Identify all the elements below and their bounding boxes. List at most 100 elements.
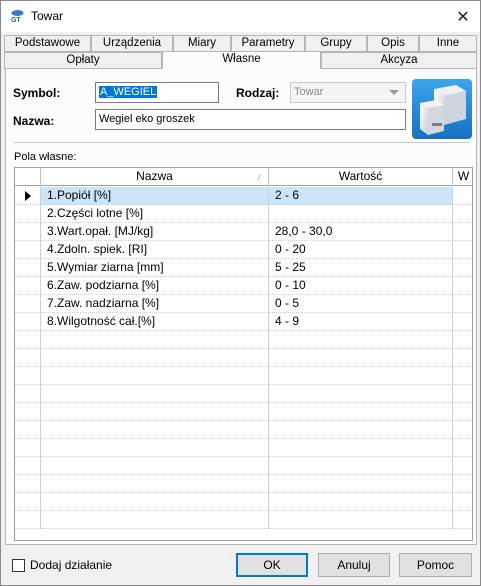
row-indicator[interactable] [15,385,41,403]
close-button[interactable]: ✕ [446,1,480,32]
empty-row[interactable] [15,475,472,493]
cell-wartosc[interactable]: 0 - 20 [269,241,453,259]
cell-w[interactable] [453,241,472,259]
empty-row[interactable] [15,421,472,439]
row-indicator[interactable] [15,331,41,349]
empty-row[interactable] [15,367,472,385]
cell-w[interactable] [453,493,472,511]
row-indicator[interactable] [15,457,41,475]
cell-nazwa[interactable] [41,457,269,475]
table-row[interactable]: 1.Popiół [%] 2 - 6 [15,187,472,205]
table-row[interactable]: 8.Wilgotność cał.[%] 4 - 9 [15,313,472,331]
row-indicator[interactable] [15,259,41,277]
symbol-input[interactable]: A_WEGIEL [95,82,219,103]
cell-w[interactable] [453,295,472,313]
row-indicator[interactable] [15,403,41,421]
cell-w[interactable] [453,403,472,421]
table-row[interactable]: 2.Części lotne [%] [15,205,472,223]
empty-row[interactable] [15,457,472,475]
row-indicator[interactable] [15,511,41,529]
cell-w[interactable] [453,385,472,403]
cell-w[interactable] [453,421,472,439]
cell-nazwa[interactable]: 2.Części lotne [%] [41,205,269,223]
cell-w[interactable] [453,331,472,349]
row-indicator[interactable] [15,205,41,223]
table-row[interactable]: 4.Zdoln. spiek. [RI] 0 - 20 [15,241,472,259]
cell-wartosc[interactable] [269,403,453,421]
cell-nazwa[interactable] [41,421,269,439]
table-row[interactable]: 3.Wart.opał. [MJ/kg] 28,0 - 30,0 [15,223,472,241]
cell-w[interactable] [453,367,472,385]
cell-nazwa[interactable]: 1.Popiół [%] [41,187,269,205]
tab-inne[interactable]: Inne [419,35,477,52]
row-indicator[interactable] [15,493,41,511]
cell-nazwa[interactable] [41,439,269,457]
cell-w[interactable] [453,511,472,529]
table-row[interactable]: 6.Zaw. podziarna [%] 0 - 10 [15,277,472,295]
cell-wartosc[interactable] [269,385,453,403]
cell-nazwa[interactable]: 6.Zaw. podziarna [%] [41,277,269,295]
cell-w[interactable] [453,439,472,457]
cell-wartosc[interactable] [269,457,453,475]
tab-parametry[interactable]: Parametry [231,35,305,52]
table-row[interactable]: 7.Zaw. nadziarna [%] 0 - 5 [15,295,472,313]
column-header-wartosc[interactable]: Wartość [269,168,453,186]
cell-wartosc[interactable] [269,439,453,457]
cell-nazwa[interactable]: 8.Wilgotność cał.[%] [41,313,269,331]
table-row[interactable]: 5.Wymiar ziarna [mm] 5 - 25 [15,259,472,277]
cell-wartosc[interactable] [269,367,453,385]
cell-w[interactable] [453,223,472,241]
cell-w[interactable] [453,457,472,475]
cell-nazwa[interactable] [41,331,269,349]
tab-miary[interactable]: Miary [173,35,231,52]
row-indicator[interactable] [15,295,41,313]
cell-w[interactable] [453,277,472,295]
custom-fields-grid[interactable]: Nazwa ⁄ Wartość W 1.Popiół [%] 2 - 6 2.Czę… [14,167,473,541]
tab-urzadzenia[interactable]: Urządzenia [91,35,173,52]
cell-nazwa[interactable]: 5.Wymiar ziarna [mm] [41,259,269,277]
empty-row[interactable] [15,511,472,529]
cancel-button[interactable]: Anuluj [318,553,390,577]
rodzaj-select[interactable]: Towar [290,82,406,103]
cell-nazwa[interactable] [41,511,269,529]
empty-row[interactable] [15,385,472,403]
cell-wartosc[interactable] [269,331,453,349]
cell-wartosc[interactable] [269,349,453,367]
cell-wartosc[interactable] [269,511,453,529]
cell-wartosc[interactable]: 5 - 25 [269,259,453,277]
row-indicator[interactable] [15,439,41,457]
tab-akcyza[interactable]: Akcyza [321,52,477,69]
cell-wartosc[interactable]: 2 - 6 [269,187,453,205]
empty-row[interactable] [15,439,472,457]
tab-podstawowe[interactable]: Podstawowe [4,35,91,52]
row-indicator[interactable] [15,313,41,331]
empty-row[interactable] [15,349,472,367]
nazwa-input[interactable]: Wegiel eko groszek [95,109,406,130]
ok-button[interactable]: OK [236,553,308,577]
row-indicator[interactable] [15,187,41,205]
cell-nazwa[interactable]: 7.Zaw. nadziarna [%] [41,295,269,313]
cell-wartosc[interactable] [269,421,453,439]
cell-wartosc[interactable] [269,493,453,511]
cell-nazwa[interactable] [41,385,269,403]
cell-wartosc[interactable]: 0 - 5 [269,295,453,313]
cell-nazwa[interactable] [41,403,269,421]
cell-nazwa[interactable] [41,493,269,511]
help-button[interactable]: Pomoc [399,553,472,577]
tab-wlasne[interactable]: Własne [162,51,321,69]
cell-wartosc[interactable]: 28,0 - 30,0 [269,223,453,241]
cell-wartosc[interactable] [269,475,453,493]
tab-opis[interactable]: Opis [367,35,419,52]
empty-row[interactable] [15,331,472,349]
dodaj-dzialanie-label[interactable]: Dodaj działanie [30,558,112,572]
cell-nazwa[interactable] [41,367,269,385]
cell-nazwa[interactable] [41,475,269,493]
cell-nazwa[interactable]: 3.Wart.opał. [MJ/kg] [41,223,269,241]
row-indicator[interactable] [15,367,41,385]
tab-oplaty[interactable]: Opłaty [4,52,162,69]
row-indicator[interactable] [15,349,41,367]
cell-w[interactable] [453,259,472,277]
cell-wartosc[interactable]: 4 - 9 [269,313,453,331]
tab-grupy[interactable]: Grupy [305,35,367,52]
cell-wartosc[interactable]: 0 - 10 [269,277,453,295]
